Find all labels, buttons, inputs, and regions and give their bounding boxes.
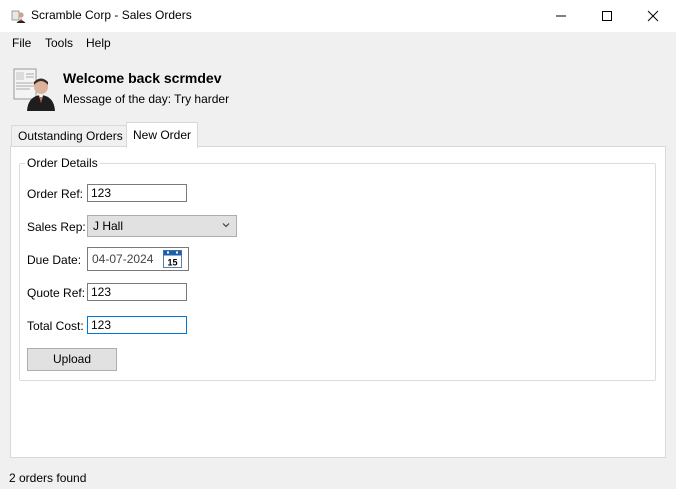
app-icon xyxy=(11,10,26,23)
maximize-icon xyxy=(602,11,612,21)
user-avatar-icon xyxy=(13,68,55,111)
due-date-label: Due Date: xyxy=(27,253,82,267)
sales-rep-value: J Hall xyxy=(93,219,124,233)
order-details-legend: Order Details xyxy=(25,156,100,170)
total-cost-input[interactable]: 123 xyxy=(87,316,187,334)
title-bar[interactable]: Scramble Corp - Sales Orders xyxy=(0,0,676,32)
quote-ref-input[interactable]: 123 xyxy=(87,283,187,301)
message-of-the-day: Message of the day: Try harder xyxy=(63,92,230,106)
welcome-header: Welcome back scrmdev Message of the day:… xyxy=(0,54,676,120)
close-icon xyxy=(647,10,659,22)
menu-help[interactable]: Help xyxy=(86,36,111,50)
menu-tools[interactable]: Tools xyxy=(45,36,73,50)
calendar-icon[interactable]: 15 xyxy=(163,250,182,268)
chevron-down-icon xyxy=(222,223,230,228)
order-ref-input[interactable]: 123 xyxy=(87,184,187,202)
maximize-button[interactable] xyxy=(584,0,630,32)
minimize-icon xyxy=(556,15,566,17)
close-button[interactable] xyxy=(630,0,676,32)
menu-file[interactable]: File xyxy=(12,36,31,50)
tab-outstanding-orders[interactable]: Outstanding Orders xyxy=(11,125,130,147)
window-title: Scramble Corp - Sales Orders xyxy=(31,8,192,22)
status-bar: 2 orders found xyxy=(0,466,676,489)
minimize-button[interactable] xyxy=(538,0,584,32)
due-date-picker[interactable]: 04-07-2024 15 xyxy=(87,247,189,271)
calendar-day-text: 15 xyxy=(167,258,177,268)
welcome-message: Welcome back scrmdev xyxy=(63,70,222,86)
status-text: 2 orders found xyxy=(9,471,87,485)
menu-bar: File Tools Help xyxy=(0,32,676,54)
quote-ref-label: Quote Ref: xyxy=(27,286,86,300)
upload-button[interactable]: Upload xyxy=(27,348,117,371)
total-cost-label: Total Cost: xyxy=(27,319,84,333)
tab-new-order[interactable]: New Order xyxy=(126,122,199,148)
sales-rep-label: Sales Rep: xyxy=(27,220,86,234)
order-ref-label: Order Ref: xyxy=(27,187,84,201)
due-date-value: 04-07-2024 xyxy=(92,252,154,266)
app-window: Scramble Corp - Sales Orders File Tools … xyxy=(0,0,676,489)
sales-rep-dropdown[interactable]: J Hall xyxy=(87,215,237,237)
